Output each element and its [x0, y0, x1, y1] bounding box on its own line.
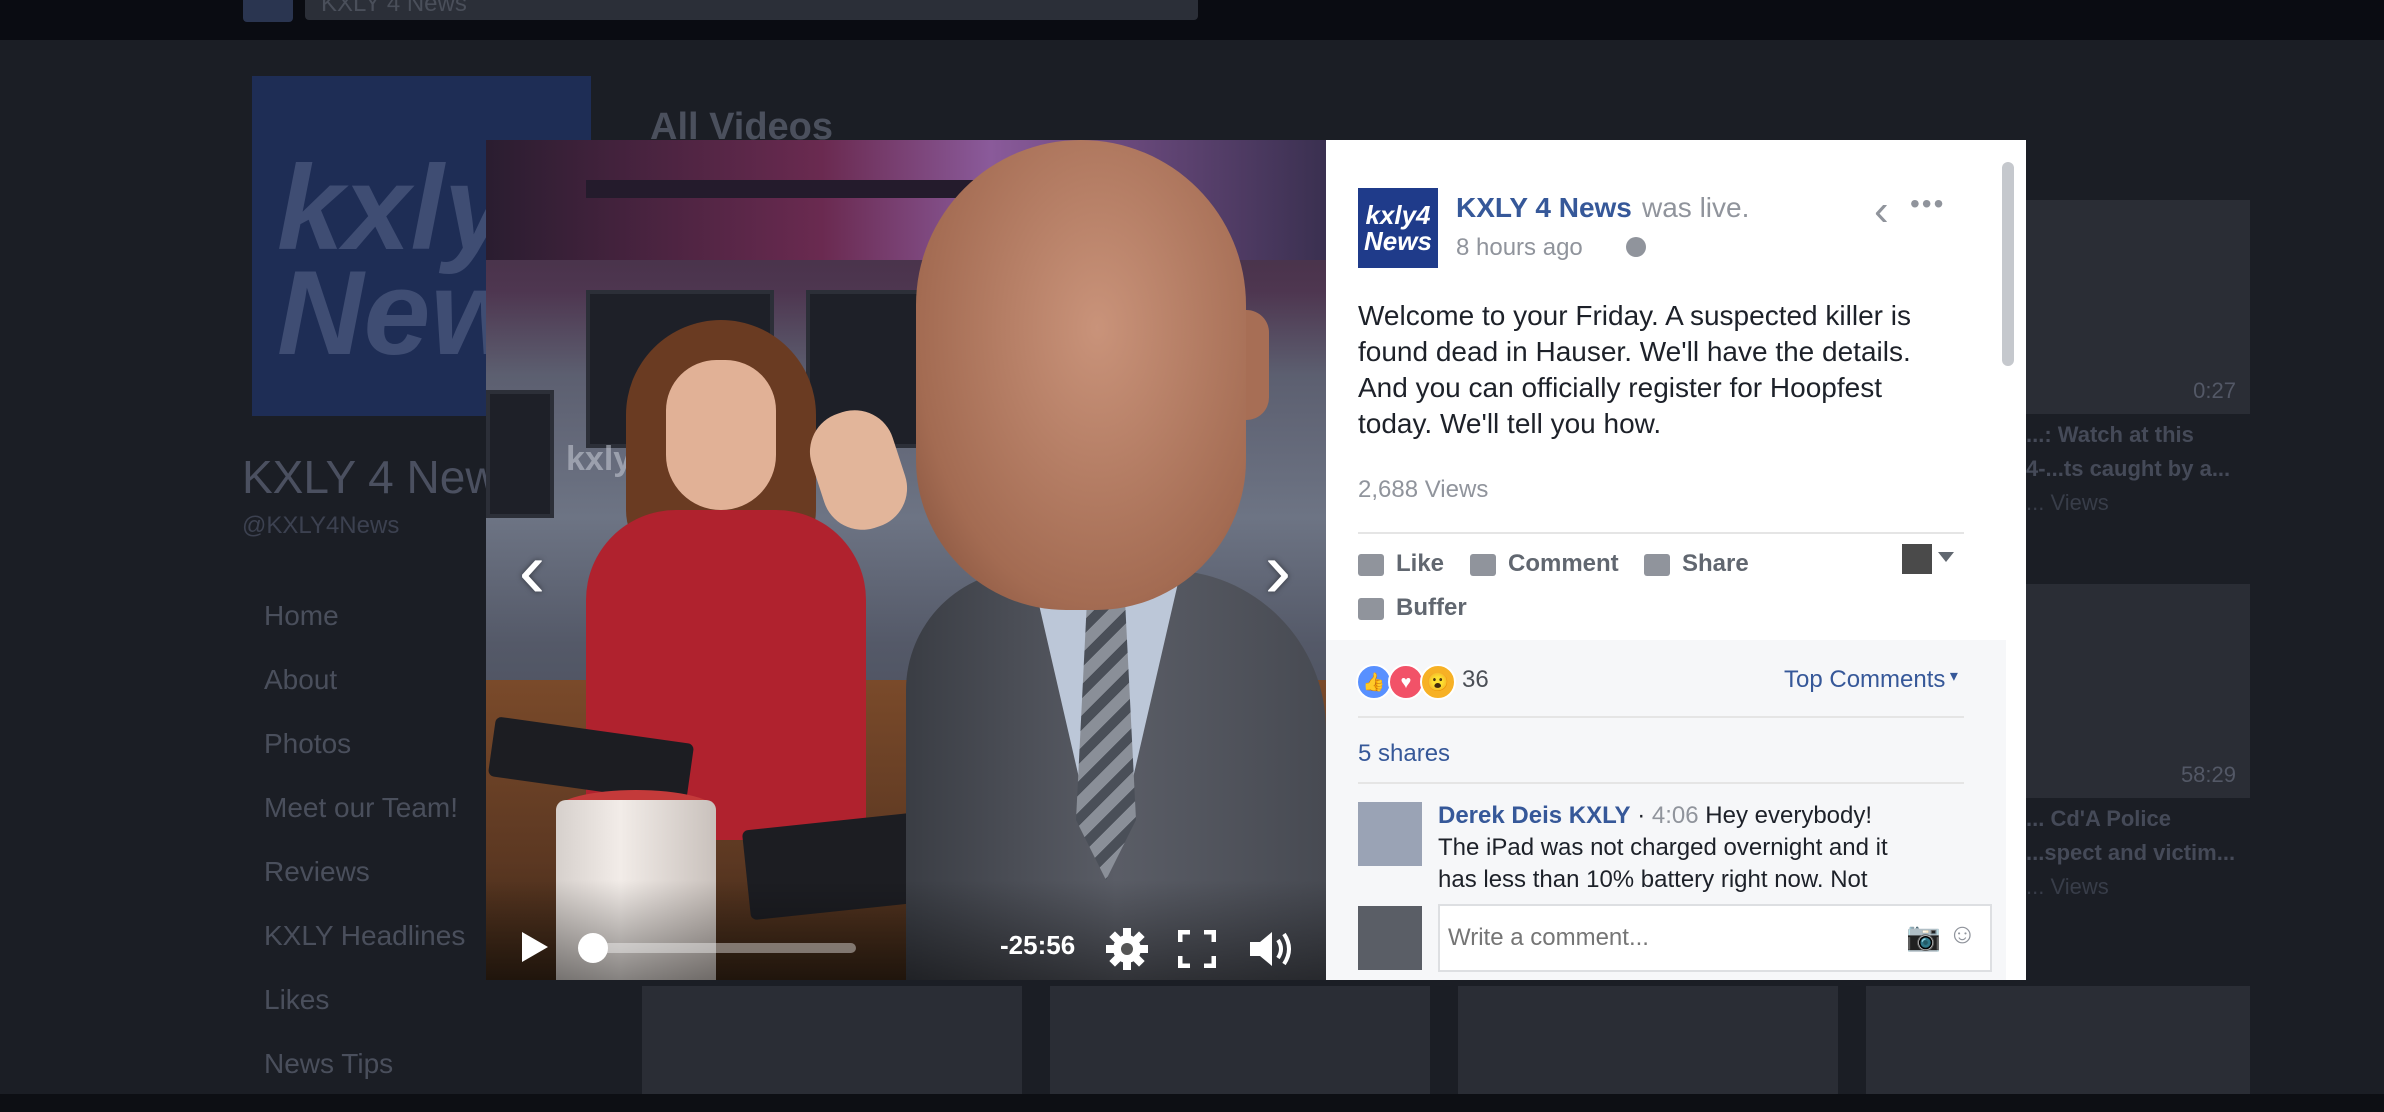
video-thumbnail[interactable]: 58:29 [2026, 584, 2250, 798]
reaction-count[interactable]: 36 [1462, 666, 1489, 694]
share-label: Share [1682, 550, 1749, 577]
nav-item-reviews[interactable]: Reviews [264, 856, 465, 920]
previous-arrow-icon[interactable]: ‹ [502, 530, 562, 610]
post-panel: kxly4 News KXLY 4 News was live. 8 hours… [1326, 140, 2026, 980]
nav-item-team[interactable]: Meet our Team! [264, 792, 465, 856]
viewer-avatar[interactable] [1902, 544, 1932, 574]
anchor-woman-face [666, 360, 776, 510]
thumbs-up-icon [1358, 553, 1384, 576]
settings-gear-icon[interactable] [1104, 926, 1150, 972]
thumbnail-title[interactable]: ...: Watch at this 4-...ts caught by a..… [2026, 418, 2250, 486]
poster-name[interactable]: KXLY 4 News [1456, 192, 1632, 224]
nav-item-news-tips[interactable]: News Tips [264, 1048, 465, 1112]
video-thumbnail[interactable] [1866, 986, 2250, 1094]
video-thumbnail[interactable] [1458, 986, 1838, 1094]
video-thumbnail[interactable] [1050, 986, 1430, 1094]
buffer-button[interactable]: Buffer [1358, 594, 1467, 622]
page-avatar[interactable]: kxly4 News [1358, 188, 1438, 268]
divider [1358, 782, 1964, 784]
buffer-label: Buffer [1396, 594, 1467, 621]
my-avatar [1358, 906, 1422, 970]
globe-icon [1626, 237, 1646, 257]
thumbnail-duration: 58:29 [2180, 762, 2236, 787]
video-thumbnail[interactable]: 0:27 [2026, 200, 2250, 414]
post-time[interactable]: 8 hours ago [1456, 234, 1583, 262]
caret-down-icon: ▾ [1945, 668, 1958, 685]
like-reaction-icon[interactable]: 👍 [1356, 664, 1392, 700]
share-arrow-icon [1644, 553, 1670, 576]
volume-icon[interactable] [1248, 928, 1294, 970]
thumbnail-title[interactable]: ... Cd'A Police ...spect and victim... [2026, 802, 2250, 870]
nav-item-headlines[interactable]: KXLY Headlines [264, 920, 465, 984]
top-bar: KXLY 4 News [0, 0, 2384, 40]
page-nav: Home About Photos Meet our Team! Reviews… [264, 600, 465, 1112]
nav-item-about[interactable]: About [264, 664, 465, 728]
video-player[interactable]: kxly ‹ › -25:56 [486, 140, 1326, 980]
nav-item-home[interactable]: Home [264, 600, 465, 664]
camera-icon[interactable]: 📷 [1906, 920, 1941, 953]
play-icon[interactable] [520, 930, 550, 964]
thumbnail-views: ... Views [2026, 874, 2109, 899]
video-thumbnail[interactable] [642, 986, 1022, 1094]
studio-wall-logo: kxly [566, 440, 633, 478]
video-controls: -25:56 [486, 900, 1326, 980]
like-label: Like [1396, 550, 1445, 577]
comment: Derek Deis KXLY · 4:06 Hey everybody! Th… [1438, 800, 1908, 896]
separator: · [1637, 802, 1646, 829]
comment-button[interactable]: Comment [1470, 550, 1619, 578]
more-options-icon[interactable]: ••• [1910, 188, 1945, 220]
studio-beam [586, 180, 1006, 198]
divider [1358, 716, 1964, 718]
love-reaction-icon[interactable]: ♥ [1388, 664, 1424, 700]
like-button[interactable]: Like [1358, 550, 1444, 578]
page-handle: @KXLY4News [242, 512, 400, 539]
top-comments-dropdown[interactable]: Top Comments ▾ [1784, 666, 1958, 694]
share-count[interactable]: 5 shares [1358, 740, 1450, 768]
progress-track[interactable] [586, 943, 856, 953]
nav-item-photos[interactable]: Photos [264, 728, 465, 792]
facebook-logo-icon[interactable] [243, 0, 293, 22]
scrollbar[interactable] [2002, 162, 2014, 366]
studio-monitor [486, 390, 554, 518]
divider [1358, 532, 1964, 534]
wow-reaction-icon[interactable]: 😮 [1420, 664, 1456, 700]
top-search-input[interactable]: KXLY 4 News [305, 0, 1198, 20]
view-count: 2,688 Views [1358, 476, 1489, 503]
comment-label: Comment [1508, 550, 1619, 577]
comment-author[interactable]: Derek Deis KXLY [1438, 802, 1631, 829]
anchor-man-head [916, 140, 1246, 610]
commenter-avatar[interactable] [1358, 802, 1422, 866]
thumbnail-duration: 0:27 [2193, 378, 2236, 403]
next-arrow-icon[interactable]: › [1248, 530, 1308, 610]
post-body: Welcome to your Friday. A suspected kill… [1358, 300, 1911, 439]
time-remaining: -25:56 [1000, 930, 1076, 960]
buffer-stack-icon [1358, 597, 1384, 620]
share-button[interactable]: Share [1644, 550, 1749, 578]
progress-knob[interactable] [578, 933, 608, 963]
post-status: was live. [1642, 192, 1750, 223]
comment-bubble-icon [1470, 553, 1496, 576]
comment-time[interactable]: 4:06 [1652, 802, 1699, 829]
top-comments-label: Top Comments [1784, 666, 1946, 693]
video-lightbox: kxly ‹ › -25:56 kxly4 News KXLY 4 News w… [486, 140, 2026, 980]
fullscreen-icon[interactable] [1178, 930, 1216, 968]
thumbnail-views: ... Views [2026, 490, 2109, 515]
page-name: KXLY 4 News [242, 451, 522, 503]
emoji-icon[interactable]: ☺ [1948, 918, 1977, 950]
caret-down-icon[interactable] [1938, 552, 1954, 562]
back-chevron-icon[interactable]: ‹ [1874, 186, 1889, 236]
nav-item-likes[interactable]: Likes [264, 984, 465, 1048]
